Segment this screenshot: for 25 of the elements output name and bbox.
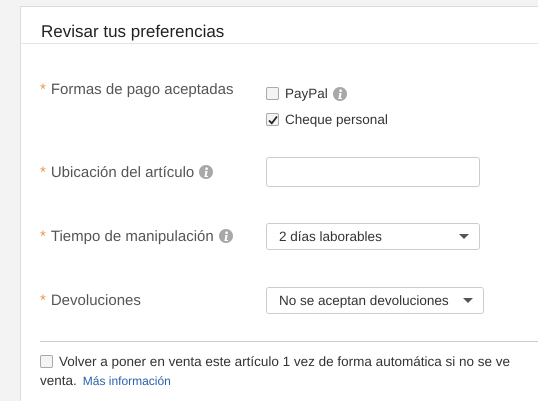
checkbox[interactable] — [266, 87, 279, 100]
required-marker: * — [40, 81, 46, 98]
card-title: Revisar tus preferencias — [41, 22, 224, 42]
checkbox[interactable] — [40, 355, 53, 368]
field-label: Tiempo de manipulación — [50, 228, 214, 244]
checkbox[interactable] — [266, 113, 279, 126]
option-label: PayPal — [285, 86, 328, 101]
dropdown[interactable]: No se aceptan devoluciones — [266, 286, 484, 314]
relist-text: Volver a poner en venta este artículo 1 vez de forma automática si no se ve — [59, 353, 510, 371]
field-label: Devoluciones — [50, 292, 141, 308]
caret-icon — [463, 298, 473, 302]
required-marker: * — [40, 228, 46, 244]
option-label: Cheque personal — [285, 112, 388, 127]
field-label: Formas de pago aceptadas — [50, 81, 234, 98]
dropdown[interactable]: 2 días laborables — [266, 222, 480, 250]
required-marker: * — [40, 292, 46, 308]
input-field[interactable] — [266, 157, 480, 187]
relist-text: venta. — [40, 373, 77, 388]
field-label: Ubicación del artículo — [50, 164, 194, 180]
more-info-link[interactable]: Más información — [82, 374, 171, 388]
info-icon[interactable] — [199, 165, 214, 179]
info-icon[interactable] — [332, 86, 347, 100]
required-marker: * — [40, 164, 46, 180]
caret-icon — [459, 234, 469, 238]
info-icon[interactable] — [218, 229, 233, 243]
